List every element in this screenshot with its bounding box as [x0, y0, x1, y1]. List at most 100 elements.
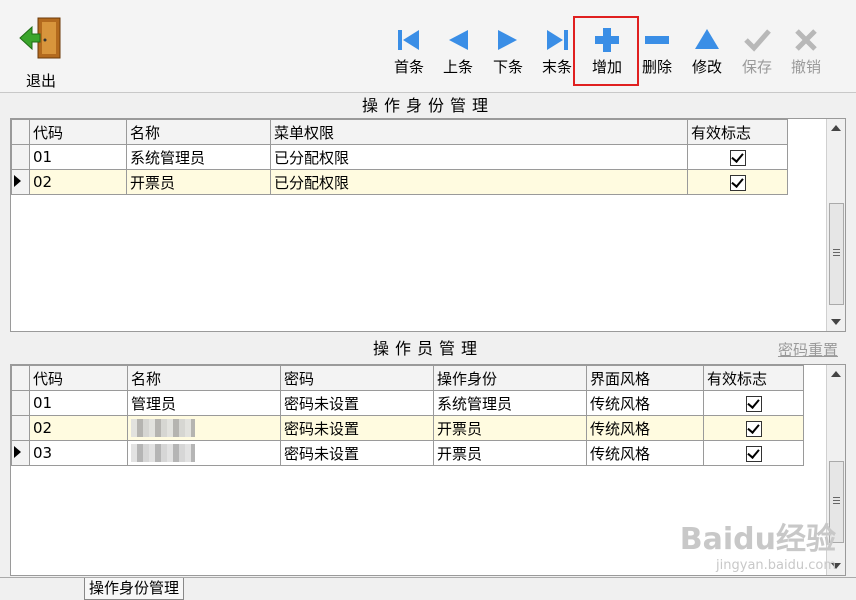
next-record-label: 下条	[492, 58, 523, 76]
valid-checkbox[interactable]	[729, 149, 746, 166]
operator-panel-title: 操作员管理	[372, 339, 483, 358]
first-record-label: 首条	[393, 58, 424, 76]
scroll-down-icon[interactable]	[831, 319, 841, 325]
delete-button[interactable]: 删除	[633, 22, 681, 80]
prev-icon	[449, 30, 468, 50]
next-icon	[498, 30, 517, 50]
col-header-code[interactable]: 代码	[29, 365, 128, 391]
col-header-valid[interactable]: 有效标志	[703, 365, 804, 391]
cell-valid	[703, 440, 804, 466]
cancel-x-icon	[795, 29, 817, 51]
cancel-button[interactable]: 撤销	[782, 22, 830, 80]
scroll-thumb[interactable]	[829, 203, 844, 305]
cell-code[interactable]: 01	[29, 390, 128, 416]
role-grid: 代码 名称 菜单权限 有效标志 01 系统管理员 已分配权限 02 开票员 已分…	[10, 118, 846, 332]
scroll-up-icon[interactable]	[831, 125, 841, 131]
tab-role-management[interactable]: 操作身份管理	[84, 578, 185, 600]
save-check-icon	[744, 29, 771, 52]
cell-code[interactable]: 01	[29, 144, 127, 170]
cell-password[interactable]: 密码未设置	[280, 440, 434, 466]
cell-role[interactable]: 开票员	[433, 415, 587, 441]
exit-label: 退出	[25, 72, 56, 90]
table-row[interactable]: 02 开票员 已分配权限	[11, 169, 788, 195]
cell-name[interactable]: 系统管理员	[126, 144, 271, 170]
role-panel-title: 操作身份管理	[361, 96, 494, 115]
row-indicator	[11, 440, 30, 466]
row-indicator	[11, 144, 30, 170]
cell-password[interactable]: 密码未设置	[280, 415, 434, 441]
row-indicator-header	[11, 119, 30, 145]
edit-button[interactable]: 修改	[683, 22, 731, 80]
cell-code[interactable]: 03	[29, 440, 128, 466]
redacted-name	[131, 444, 195, 463]
cell-code[interactable]: 02	[29, 415, 128, 441]
first-record-button[interactable]: 首条	[385, 22, 433, 80]
cell-name[interactable]	[127, 440, 281, 466]
cell-name[interactable]	[127, 415, 281, 441]
cell-valid	[687, 144, 788, 170]
operator-table: 代码 名称 密码 操作身份 界面风格 有效标志 01 管理员 密码未设置 系统管…	[11, 365, 804, 466]
delete-label: 删除	[641, 58, 672, 76]
current-row-arrow-icon	[14, 446, 21, 458]
row-indicator-header	[11, 365, 30, 391]
valid-checkbox[interactable]	[745, 395, 762, 412]
col-header-code[interactable]: 代码	[29, 119, 127, 145]
role-grid-scrollbar[interactable]	[826, 119, 845, 331]
cell-name[interactable]: 开票员	[126, 169, 271, 195]
cell-perm[interactable]: 已分配权限	[270, 169, 688, 195]
col-header-name[interactable]: 名称	[127, 365, 281, 391]
col-header-menu-perm[interactable]: 菜单权限	[270, 119, 688, 145]
save-label: 保存	[741, 58, 772, 76]
watermark-url: jingyan.baidu.com	[716, 558, 836, 573]
cell-perm[interactable]: 已分配权限	[270, 144, 688, 170]
cell-valid	[703, 415, 804, 441]
row-indicator	[11, 169, 30, 195]
table-row[interactable]: 01 系统管理员 已分配权限	[11, 144, 788, 170]
cell-ui-style[interactable]: 传统风格	[586, 415, 704, 441]
valid-checkbox[interactable]	[729, 174, 746, 191]
col-header-role[interactable]: 操作身份	[433, 365, 587, 391]
col-header-name[interactable]: 名称	[126, 119, 271, 145]
edit-icon	[695, 29, 719, 49]
role-header-row: 代码 名称 菜单权限 有效标志	[11, 119, 788, 145]
cell-role[interactable]: 系统管理员	[433, 390, 587, 416]
role-table: 代码 名称 菜单权限 有效标志 01 系统管理员 已分配权限 02 开票员 已分…	[11, 119, 788, 195]
save-button[interactable]: 保存	[733, 22, 781, 80]
exit-door-icon	[19, 17, 61, 59]
prev-record-button[interactable]: 上条	[434, 22, 482, 80]
row-indicator	[11, 415, 30, 441]
watermark-brand: Baidu经验	[679, 522, 836, 557]
add-button-highlight	[573, 16, 639, 86]
toolbar: 退出 首条 上条 下条 末条 增加 删除 修改 保存 撤销	[0, 0, 856, 93]
valid-checkbox[interactable]	[745, 420, 762, 437]
password-reset-link[interactable]: 密码重置	[778, 339, 838, 360]
last-icon	[547, 30, 568, 50]
delete-icon	[645, 36, 669, 44]
prev-record-label: 上条	[442, 58, 473, 76]
exit-button[interactable]: 退出	[10, 14, 72, 90]
scroll-up-icon[interactable]	[831, 371, 841, 377]
valid-checkbox[interactable]	[745, 445, 762, 462]
cancel-label: 撤销	[790, 58, 821, 76]
cell-valid	[703, 390, 804, 416]
cell-role[interactable]: 开票员	[433, 440, 587, 466]
cell-name[interactable]: 管理员	[127, 390, 281, 416]
col-header-password[interactable]: 密码	[280, 365, 434, 391]
cell-password[interactable]: 密码未设置	[280, 390, 434, 416]
cell-ui-style[interactable]: 传统风格	[586, 440, 704, 466]
cell-ui-style[interactable]: 传统风格	[586, 390, 704, 416]
table-row[interactable]: 01 管理员 密码未设置 系统管理员 传统风格	[11, 390, 804, 416]
tab-bar: 操作身份管理	[0, 577, 856, 600]
baidu-watermark: Baidu经验 jingyan.baidu.com	[680, 514, 836, 573]
row-indicator	[11, 390, 30, 416]
col-header-valid[interactable]: 有效标志	[687, 119, 788, 145]
edit-label: 修改	[691, 58, 722, 76]
first-icon	[398, 30, 419, 50]
col-header-ui-style[interactable]: 界面风格	[586, 365, 704, 391]
table-row[interactable]: 02 密码未设置 开票员 传统风格	[11, 415, 804, 441]
next-record-button[interactable]: 下条	[484, 22, 532, 80]
cell-code[interactable]: 02	[29, 169, 127, 195]
redacted-name	[131, 419, 195, 438]
operator-header-row: 代码 名称 密码 操作身份 界面风格 有效标志	[11, 365, 804, 391]
table-row[interactable]: 03 密码未设置 开票员 传统风格	[11, 440, 804, 466]
